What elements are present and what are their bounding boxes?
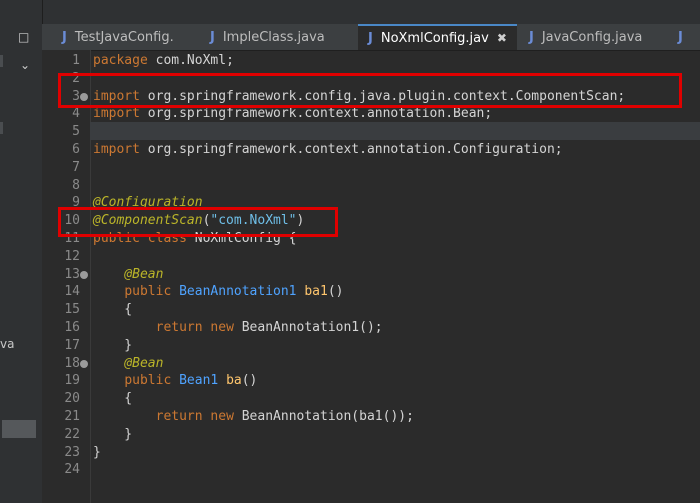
code-line: }: [93, 337, 132, 355]
chevron-down-icon[interactable]: ⌄: [20, 58, 30, 72]
left-panel-text: va: [0, 337, 15, 351]
code-token: ba1: [304, 284, 328, 300]
line-number: 23: [64, 444, 80, 460]
java-file-icon: J: [368, 30, 373, 46]
java-file-icon: J: [210, 29, 215, 45]
code-token: BeanAnnotation1: [179, 284, 297, 300]
tab-testjavaconfig[interactable]: J TestJavaConfig.: [62, 24, 174, 50]
tab-label: ImpleClass.java: [222, 29, 325, 45]
panel-selection-block: [2, 420, 36, 438]
close-icon[interactable]: ✖: [497, 31, 507, 45]
code-line: package com.NoXml;: [93, 52, 234, 70]
line-number: 8: [72, 177, 80, 193]
code-token: {: [93, 302, 133, 318]
java-file-icon: J: [529, 29, 534, 45]
code-token: return new: [155, 409, 234, 424]
highlight-box-componentscan: [58, 207, 338, 237]
code-token: public: [124, 373, 172, 389]
line-number: 20: [64, 391, 80, 407]
line-number-gutter: 1 2 3 4 5 6 7 8 9 10 11 12 13 14 15 16 17 18 19 20 21 22 23 24: [42, 50, 91, 503]
line-number: 21: [64, 409, 80, 424]
code-line: import org.springframework.context.annot…: [93, 105, 492, 123]
code-token: public: [124, 284, 172, 300]
code-token: {: [93, 391, 133, 407]
code-token: BeanAnnotation(ba1());: [233, 409, 414, 424]
java-file-icon: J: [62, 29, 67, 45]
code-editor[interactable]: package com.NoXml; import org.springframe…: [93, 50, 700, 503]
left-panel: □ ⌄ va: [0, 0, 43, 503]
code-line: @Bean: [93, 355, 163, 373]
panel-marker: [0, 122, 3, 134]
code-token: @Bean: [124, 266, 164, 282]
editor-tab-bar: J TestJavaConfig. J ImpleClass.java J No…: [42, 24, 700, 51]
line-number: 17: [64, 337, 80, 353]
code-token: }: [93, 444, 101, 460]
tab-javaconfig[interactable]: J JavaConfig.java: [529, 24, 642, 50]
line-number: 24: [64, 462, 80, 478]
line-number: 18: [64, 355, 80, 371]
code-token: package: [93, 53, 148, 68]
code-token: return new: [155, 320, 234, 335]
line-number: 16: [64, 320, 80, 335]
tab-overflow[interactable]: J: [678, 24, 691, 50]
code-token: }: [93, 337, 133, 353]
highlight-box-import: [58, 73, 682, 108]
line-number: 5: [72, 124, 80, 140]
code-token: import: [93, 106, 140, 122]
line-number: 13: [64, 266, 80, 282]
line-number: 6: [72, 142, 80, 157]
tab-noxmlconfig[interactable]: J NoXmlConfig.jav ✖: [358, 24, 517, 50]
code-line: return new BeanAnnotation(ba1());: [93, 408, 414, 426]
code-line: @Bean: [93, 266, 163, 284]
tab-label: TestJavaConfig.: [74, 29, 174, 45]
line-number: 1: [72, 53, 80, 68]
code-token: org.springframework.context.annotation.B…: [139, 106, 493, 122]
code-token: import: [93, 142, 140, 157]
code-token: (): [241, 373, 258, 389]
code-line: return new BeanAnnotation1();: [93, 319, 383, 337]
line-number: 12: [64, 248, 80, 264]
line-number: 4: [72, 106, 80, 122]
code-token: }: [93, 426, 133, 442]
java-file-icon: J: [678, 29, 683, 45]
code-token: org.springframework.context.annotation.C…: [139, 142, 563, 157]
line-number: 14: [64, 284, 80, 300]
fold-toggle-icon[interactable]: [80, 270, 88, 279]
code-token: Bean1: [179, 373, 219, 389]
code-token: @Bean: [124, 355, 164, 371]
code-line: }: [93, 426, 132, 444]
code-line: public BeanAnnotation1 ba1(): [93, 283, 343, 301]
tab-label: JavaConfig.java: [541, 29, 643, 45]
code-line: {: [93, 390, 132, 408]
restore-window-icon[interactable]: □: [18, 30, 29, 44]
panel-marker: [0, 55, 3, 67]
window-top-strip: [42, 0, 700, 24]
code-token: BeanAnnotation1();: [233, 320, 383, 335]
fold-toggle-icon[interactable]: [80, 359, 88, 368]
line-number: 22: [64, 426, 80, 442]
code-token: (): [327, 284, 344, 300]
code-line: import org.springframework.context.annot…: [93, 141, 563, 159]
code-token: ba: [226, 373, 242, 389]
code-token: com.NoXml;: [147, 53, 234, 68]
code-line: }: [93, 444, 101, 462]
tab-label: NoXmlConfig.jav: [380, 30, 489, 46]
tab-impleclass[interactable]: J ImpleClass.java: [210, 24, 325, 50]
line-number: 15: [64, 302, 80, 318]
code-line: {: [93, 301, 132, 319]
line-number: 19: [64, 373, 80, 389]
code-line: public Bean1 ba(): [93, 372, 257, 390]
line-number: 7: [72, 159, 80, 175]
